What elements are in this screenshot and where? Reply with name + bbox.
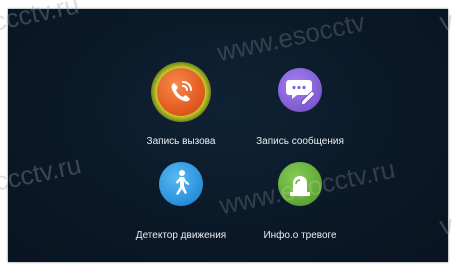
menu-item-label: Запись вызова bbox=[146, 136, 216, 147]
alarm-siren-icon bbox=[278, 162, 322, 206]
menu-item-message-record[interactable]: Запись сообщения bbox=[235, 65, 365, 147]
menu-item-motion-detector[interactable]: Детектор движения bbox=[116, 159, 246, 241]
menu-item-label: Детектор движения bbox=[135, 230, 227, 241]
menu-item-alarm-info[interactable]: Инфо.о тревоге bbox=[235, 159, 365, 241]
menu-item-call-record[interactable]: Запись вызова bbox=[116, 62, 246, 147]
menu-item-label: Инфо.о тревоге bbox=[263, 230, 337, 241]
message-pencil-icon bbox=[278, 68, 322, 112]
intercom-screen: Запись вызова Запись сообщения Детектор … bbox=[8, 9, 448, 262]
menu-item-label: Запись сообщения bbox=[256, 136, 344, 147]
walking-person-icon bbox=[159, 162, 203, 206]
phone-call-icon bbox=[157, 68, 205, 116]
